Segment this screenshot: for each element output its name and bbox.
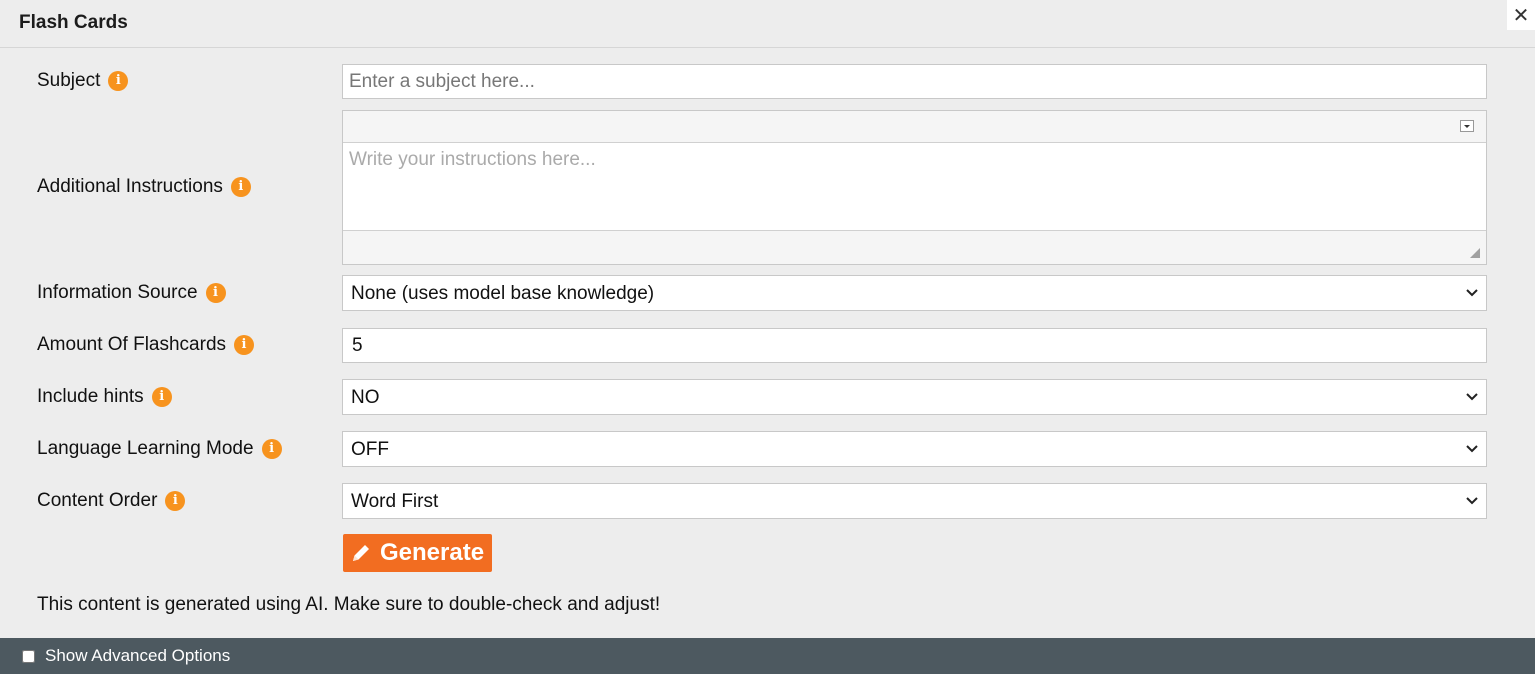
language-learning-mode-select[interactable]: OFF	[342, 431, 1487, 467]
subject-input[interactable]	[342, 64, 1487, 99]
info-icon[interactable]: i	[205, 283, 226, 303]
info-icon[interactable]: i	[230, 177, 251, 197]
info-icon[interactable]: i	[261, 439, 282, 459]
flash-cards-dialog: Flash Cards ✕ Subject i Additional Instr…	[0, 0, 1535, 674]
information-source-select[interactable]: None (uses model base knowledge)	[342, 275, 1487, 311]
content-order-label: Content Order i	[37, 490, 186, 512]
subject-label: Subject i	[37, 70, 129, 92]
instructions-textarea[interactable]	[343, 143, 1486, 231]
dialog-title: Flash Cards	[19, 12, 128, 33]
info-icon[interactable]: i	[151, 387, 172, 407]
content-order-select[interactable]: Word First	[342, 483, 1487, 519]
include-hints-label: Include hints i	[37, 386, 172, 408]
editor-statusbar	[343, 230, 1486, 264]
toolbar-dropdown-icon[interactable]	[1460, 120, 1474, 132]
pencil-icon	[353, 545, 369, 561]
info-icon[interactable]: i	[234, 335, 255, 355]
additional-instructions-label: Additional Instructions i	[37, 176, 251, 198]
info-icon[interactable]: i	[165, 491, 186, 511]
dialog-footer: Show Advanced Options	[0, 638, 1535, 674]
show-advanced-options-checkbox[interactable]	[22, 649, 35, 663]
info-icon[interactable]: i	[108, 71, 129, 91]
close-icon: ✕	[1512, 3, 1530, 27]
close-button[interactable]: ✕	[1507, 0, 1535, 30]
instructions-editor	[342, 110, 1487, 265]
ai-disclaimer: This content is generated using AI. Make…	[37, 594, 661, 615]
amount-of-flashcards-input[interactable]	[342, 328, 1487, 363]
include-hints-select[interactable]: NO	[342, 379, 1487, 415]
show-advanced-options-label[interactable]: Show Advanced Options	[45, 646, 230, 666]
amount-of-flashcards-label: Amount Of Flashcards i	[37, 334, 255, 356]
information-source-label: Information Source i	[37, 282, 226, 304]
generate-label: Generate	[380, 539, 485, 566]
dialog-titlebar: Flash Cards ✕	[0, 0, 1535, 48]
language-learning-mode-label: Language Learning Mode i	[37, 438, 282, 460]
generate-button[interactable]: Generate	[343, 534, 493, 572]
resize-grip-icon[interactable]	[1470, 248, 1480, 258]
editor-toolbar	[343, 111, 1486, 143]
